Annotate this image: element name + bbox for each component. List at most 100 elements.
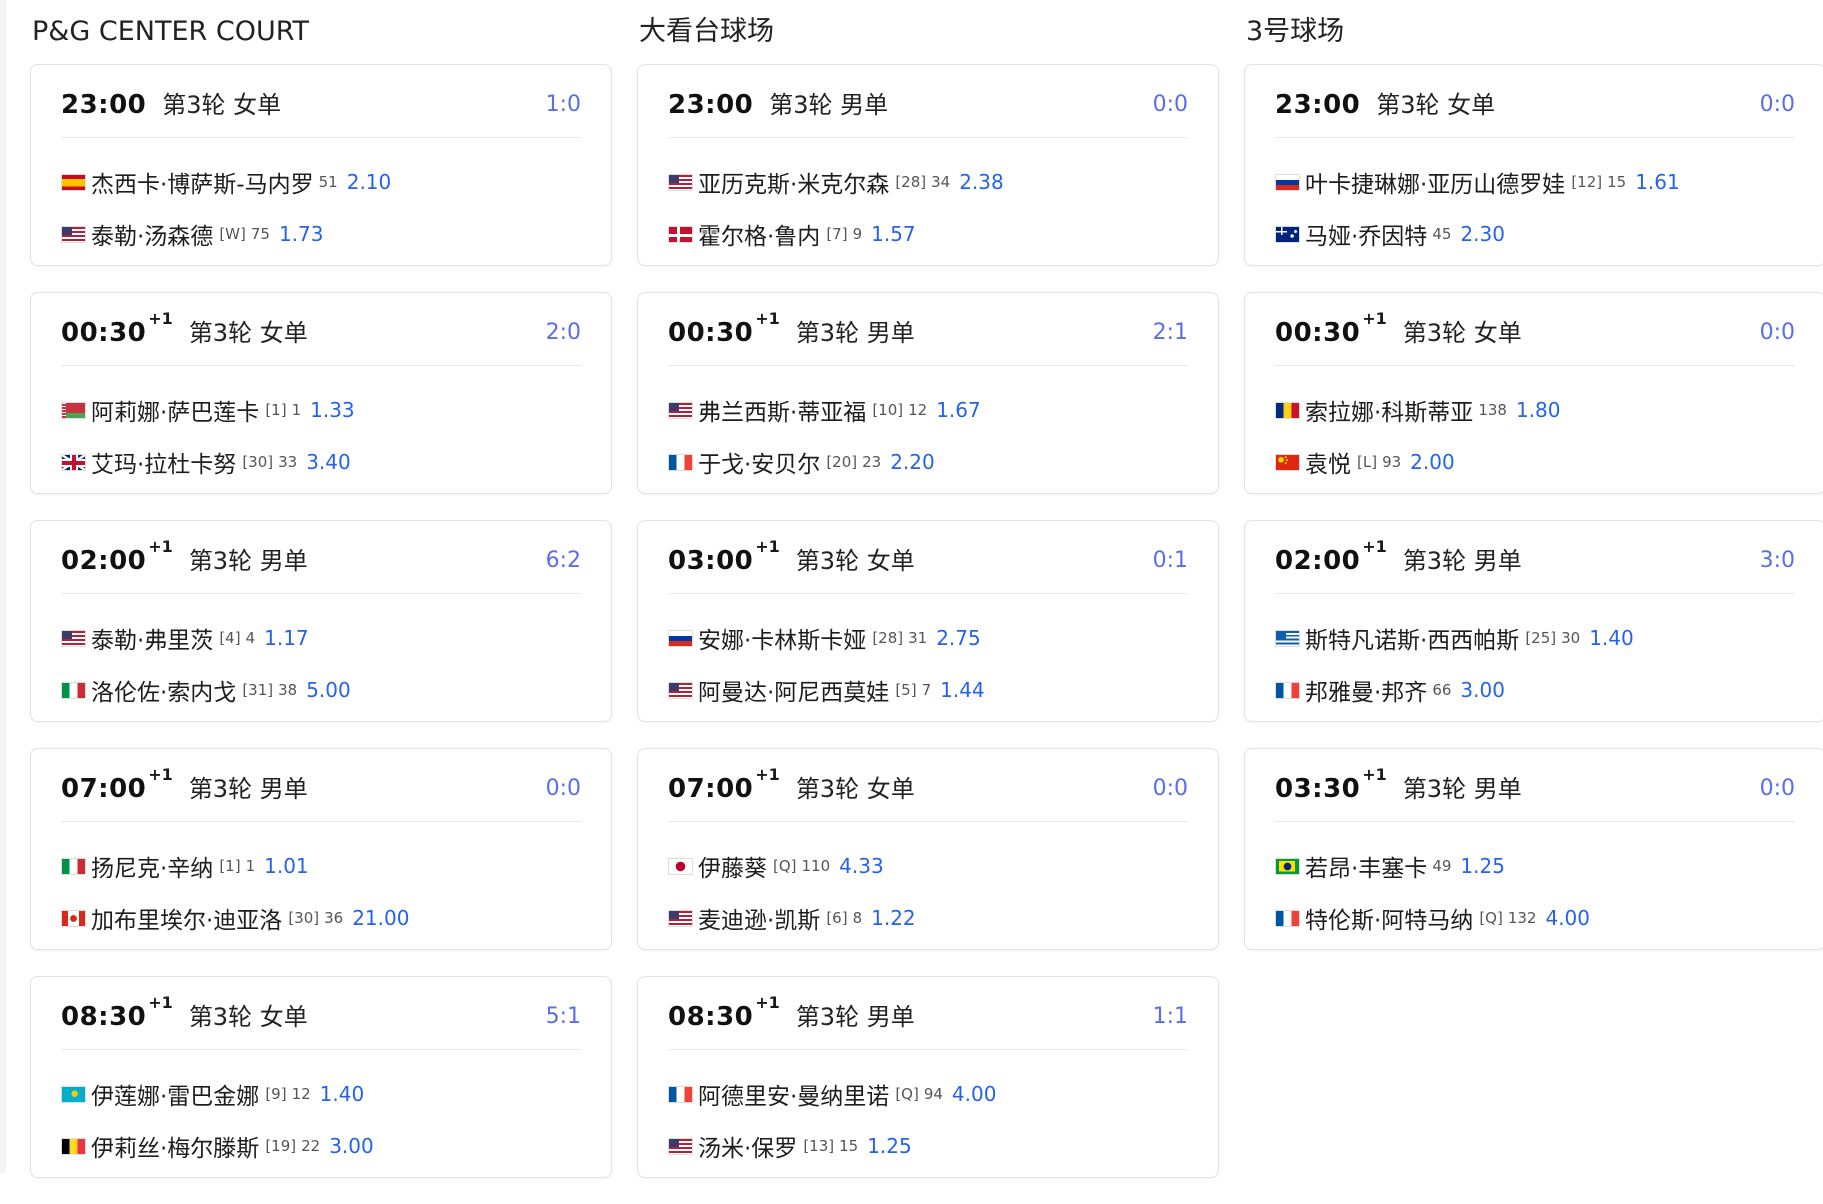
player-odds[interactable]: 4.33 — [839, 854, 884, 878]
match-card[interactable]: 00:30 +1 第3轮 女单 2:0 阿莉娜·萨巴莲卡 [1] 1 1.33 艾玛·拉杜卡努 [… — [30, 292, 612, 494]
player-odds[interactable]: 1.40 — [320, 1082, 365, 1106]
player-name[interactable]: 阿曼达·阿尼西莫娃 — [698, 673, 889, 707]
player-odds[interactable]: 1.33 — [310, 398, 355, 422]
player-odds[interactable]: 2.30 — [1460, 222, 1505, 246]
player-odds[interactable]: 5.00 — [306, 678, 351, 702]
player-row[interactable]: 阿莉娜·萨巴莲卡 [1] 1 1.33 — [61, 393, 591, 427]
player-name[interactable]: 伊莲娜·雷巴金娜 — [91, 1077, 259, 1111]
player-name[interactable]: 于戈·安贝尔 — [698, 445, 820, 479]
player-row[interactable]: 阿德里安·曼纳里诺 [Q] 94 4.00 — [668, 1077, 1198, 1111]
player-row[interactable]: 索拉娜·科斯蒂亚 138 1.80 — [1275, 393, 1805, 427]
player-odds[interactable]: 21.00 — [352, 906, 409, 930]
player-name[interactable]: 阿莉娜·萨巴莲卡 — [91, 393, 259, 427]
player-row[interactable]: 袁悦 [L] 93 2.00 — [1275, 445, 1805, 479]
player-odds[interactable]: 1.22 — [871, 906, 916, 930]
player-row[interactable]: 斯特凡诺斯·西西帕斯 [25] 30 1.40 — [1275, 621, 1805, 655]
match-card[interactable]: 02:00 +1 第3轮 男单 6:2 泰勒·弗里茨 [4] 4 1.17 洛伦佐·索内戈 [31… — [30, 520, 612, 722]
player-name[interactable]: 洛伦佐·索内戈 — [91, 673, 236, 707]
player-odds[interactable]: 1.61 — [1635, 170, 1680, 194]
match-card[interactable]: 07:00 +1 第3轮 男单 0:0 扬尼克·辛纳 [1] 1 1.01 加布里埃尔·迪亚洛 [… — [30, 748, 612, 950]
player-name[interactable]: 麦迪逊·凯斯 — [698, 901, 820, 935]
player-odds[interactable]: 1.25 — [867, 1134, 912, 1158]
player-odds[interactable]: 2.20 — [890, 450, 935, 474]
player-row[interactable]: 杰西卡·博萨斯-马内罗 51 2.10 — [61, 165, 591, 199]
player-row[interactable]: 伊莲娜·雷巴金娜 [9] 12 1.40 — [61, 1077, 591, 1111]
player-row[interactable]: 麦迪逊·凯斯 [6] 8 1.22 — [668, 901, 1198, 935]
player-odds[interactable]: 1.01 — [264, 854, 309, 878]
player-row[interactable]: 霍尔格·鲁内 [7] 9 1.57 — [668, 217, 1198, 251]
player-row[interactable]: 叶卡捷琳娜·亚历山德罗娃 [12] 15 1.61 — [1275, 165, 1805, 199]
match-card[interactable]: 23:00 第3轮 女单 1:0 杰西卡·博萨斯-马内罗 51 2.10 泰勒·汤森德 [W]… — [30, 64, 612, 266]
player-odds[interactable]: 1.67 — [936, 398, 981, 422]
player-odds[interactable]: 2.75 — [936, 626, 981, 650]
player-name[interactable]: 艾玛·拉杜卡努 — [91, 445, 236, 479]
player-row[interactable]: 汤米·保罗 [13] 15 1.25 — [668, 1129, 1198, 1163]
player-name[interactable]: 阿德里安·曼纳里诺 — [698, 1077, 889, 1111]
flag-ca-icon — [61, 909, 86, 927]
player-odds[interactable]: 1.40 — [1589, 626, 1634, 650]
player-row[interactable]: 伊藤葵 [Q] 110 4.33 — [668, 849, 1198, 883]
match-card[interactable]: 08:30 +1 第3轮 男单 1:1 阿德里安·曼纳里诺 [Q] 94 4.00 汤米·保罗 [… — [637, 976, 1219, 1178]
player-name[interactable]: 霍尔格·鲁内 — [698, 217, 820, 251]
player-name[interactable]: 邦雅曼·邦齐 — [1305, 673, 1427, 707]
player-row[interactable]: 洛伦佐·索内戈 [31] 38 5.00 — [61, 673, 591, 707]
player-name[interactable]: 泰勒·汤森德 — [91, 217, 213, 251]
player-rank: 4 — [245, 629, 256, 647]
player-name[interactable]: 安娜·卡林斯卡娅 — [698, 621, 866, 655]
player-name[interactable]: 特伦斯·阿特马纳 — [1305, 901, 1473, 935]
player-row[interactable]: 若昂·丰塞卡 49 1.25 — [1275, 849, 1805, 883]
match-card[interactable]: 00:30 +1 第3轮 男单 2:1 弗兰西斯·蒂亚福 [10] 12 1.67 于戈·安贝尔… — [637, 292, 1219, 494]
player-name[interactable]: 弗兰西斯·蒂亚福 — [698, 393, 866, 427]
match-card[interactable]: 23:00 第3轮 女单 0:0 叶卡捷琳娜·亚历山德罗娃 [12] 15 1.61 马娅·乔… — [1244, 64, 1823, 266]
player-name[interactable]: 叶卡捷琳娜·亚历山德罗娃 — [1305, 165, 1565, 199]
player-name[interactable]: 马娅·乔因特 — [1305, 217, 1427, 251]
player-row[interactable]: 亚历克斯·米克尔森 [28] 34 2.38 — [668, 165, 1198, 199]
player-row[interactable]: 艾玛·拉杜卡努 [30] 33 3.40 — [61, 445, 591, 479]
player-odds[interactable]: 3.40 — [306, 450, 351, 474]
player-odds[interactable]: 2.10 — [347, 170, 392, 194]
player-odds[interactable]: 1.57 — [871, 222, 916, 246]
player-name[interactable]: 亚历克斯·米克尔森 — [698, 165, 889, 199]
player-row[interactable]: 伊莉丝·梅尔滕斯 [19] 22 3.00 — [61, 1129, 591, 1163]
player-odds[interactable]: 4.00 — [952, 1082, 997, 1106]
player-name[interactable]: 杰西卡·博萨斯-马内罗 — [91, 165, 314, 199]
player-row[interactable]: 泰勒·弗里茨 [4] 4 1.17 — [61, 621, 591, 655]
player-name[interactable]: 泰勒·弗里茨 — [91, 621, 213, 655]
player-odds[interactable]: 1.73 — [279, 222, 324, 246]
player-row[interactable]: 于戈·安贝尔 [20] 23 2.20 — [668, 445, 1198, 479]
player-name[interactable]: 加布里埃尔·迪亚洛 — [91, 901, 282, 935]
player-name[interactable]: 斯特凡诺斯·西西帕斯 — [1305, 621, 1519, 655]
player-row[interactable]: 特伦斯·阿特马纳 [Q] 132 4.00 — [1275, 901, 1805, 935]
player-row[interactable]: 扬尼克·辛纳 [1] 1 1.01 — [61, 849, 591, 883]
match-card[interactable]: 03:00 +1 第3轮 女单 0:1 安娜·卡林斯卡娅 [28] 31 2.75 阿曼达·阿尼… — [637, 520, 1219, 722]
player-odds[interactable]: 2.00 — [1410, 450, 1455, 474]
match-card[interactable]: 03:30 +1 第3轮 男单 0:0 若昂·丰塞卡 49 1.25 特伦斯·阿特马纳 [Q] 1… — [1244, 748, 1823, 950]
player-row[interactable]: 弗兰西斯·蒂亚福 [10] 12 1.67 — [668, 393, 1198, 427]
player-odds[interactable]: 1.44 — [940, 678, 985, 702]
player-row[interactable]: 安娜·卡林斯卡娅 [28] 31 2.75 — [668, 621, 1198, 655]
player-name[interactable]: 索拉娜·科斯蒂亚 — [1305, 393, 1473, 427]
player-name[interactable]: 扬尼克·辛纳 — [91, 849, 213, 883]
player-odds[interactable]: 2.38 — [959, 170, 1004, 194]
match-card[interactable]: 07:00 +1 第3轮 女单 0:0 伊藤葵 [Q] 110 4.33 麦迪逊·凯斯 [6] 8 1… — [637, 748, 1219, 950]
match-card[interactable]: 23:00 第3轮 男单 0:0 亚历克斯·米克尔森 [28] 34 2.38 霍尔格·鲁内 [… — [637, 64, 1219, 266]
player-odds[interactable]: 3.00 — [1460, 678, 1505, 702]
player-row[interactable]: 邦雅曼·邦齐 66 3.00 — [1275, 673, 1805, 707]
player-name[interactable]: 汤米·保罗 — [698, 1129, 797, 1163]
player-name[interactable]: 袁悦 — [1305, 445, 1351, 479]
player-odds[interactable]: 1.25 — [1460, 854, 1505, 878]
player-odds[interactable]: 3.00 — [329, 1134, 374, 1158]
player-name[interactable]: 若昂·丰塞卡 — [1305, 849, 1427, 883]
player-name[interactable]: 伊莉丝·梅尔滕斯 — [91, 1129, 259, 1163]
player-row[interactable]: 加布里埃尔·迪亚洛 [30] 36 21.00 — [61, 901, 591, 935]
player-row[interactable]: 泰勒·汤森德 [W] 75 1.73 — [61, 217, 591, 251]
player-odds[interactable]: 1.17 — [264, 626, 309, 650]
player-row[interactable]: 阿曼达·阿尼西莫娃 [5] 7 1.44 — [668, 673, 1198, 707]
player-row[interactable]: 马娅·乔因特 45 2.30 — [1275, 217, 1805, 251]
player-odds[interactable]: 1.80 — [1516, 398, 1561, 422]
player-odds[interactable]: 4.00 — [1545, 906, 1590, 930]
match-card[interactable]: 02:00 +1 第3轮 男单 3:0 斯特凡诺斯·西西帕斯 [25] 30 1.40 邦雅曼·… — [1244, 520, 1823, 722]
match-card[interactable]: 08:30 +1 第3轮 女单 5:1 伊莲娜·雷巴金娜 [9] 12 1.40 伊莉丝·梅尔滕… — [30, 976, 612, 1178]
match-card[interactable]: 00:30 +1 第3轮 女单 0:0 索拉娜·科斯蒂亚 138 1.80 袁悦 [L] 93 2.… — [1244, 292, 1823, 494]
player-name[interactable]: 伊藤葵 — [698, 849, 767, 883]
